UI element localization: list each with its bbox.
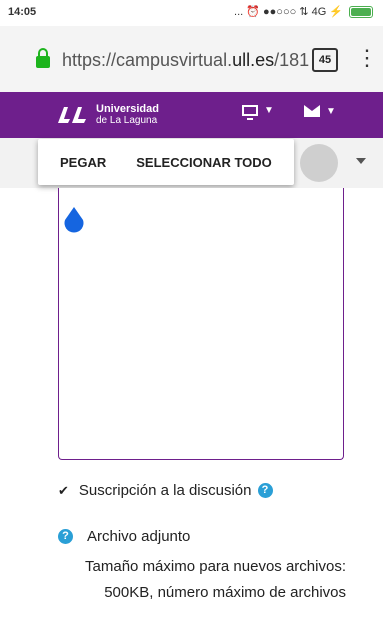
text-cursor-handle-icon[interactable] — [63, 207, 85, 233]
attachment-label: Archivo adjunto — [87, 528, 191, 545]
paste-button[interactable]: PEGAR — [38, 155, 124, 170]
caret-down-icon: ▼ — [264, 105, 274, 116]
brand-line1: Universidad — [96, 103, 159, 115]
status-bar: 14:05 ... ⏰ ●●○○○ ⇅ 4G ⚡ — [0, 0, 383, 26]
status-time: 14:05 — [8, 6, 37, 18]
url-prefix: https://campusvirtual. — [62, 50, 233, 70]
attachment-description: Tamaño máximo para nuevos archivos: 500K… — [60, 554, 346, 606]
status-icons: ... ⏰ ●●○○○ ⇅ 4G ⚡ — [234, 6, 343, 18]
university-brand[interactable]: Universidad de La Laguna — [96, 103, 159, 127]
text-context-menu: PEGAR SELECCIONAR TODO — [38, 139, 294, 185]
help-icon[interactable]: ? — [58, 529, 73, 544]
browser-menu-icon[interactable]: ⋮ — [356, 46, 378, 70]
subscription-option[interactable]: ✔ Suscripción a la discusión ? — [58, 482, 273, 499]
url-rest: /181 — [274, 50, 310, 70]
user-menu-caret-icon[interactable] — [356, 158, 366, 164]
university-logo-icon[interactable] — [56, 105, 88, 125]
select-all-button[interactable]: SELECCIONAR TODO — [124, 155, 284, 170]
brand-line2: de La Laguna — [96, 115, 158, 126]
monitor-icon — [242, 105, 258, 120]
site-header: Universidad de La Laguna ▼ ▼ — [0, 92, 383, 138]
attachment-section: ? Archivo adjunto — [58, 528, 190, 545]
page-cutoff — [0, 606, 383, 617]
mail-icon — [304, 105, 320, 117]
status-indicators: ... ⏰ ●●○○○ ⇅ 4G ⚡ — [234, 5, 373, 18]
attachment-desc-line1: Tamaño máximo para nuevos archivos: — [85, 558, 346, 575]
help-icon[interactable]: ? — [257, 483, 273, 498]
message-editor[interactable] — [58, 188, 344, 460]
lock-icon — [36, 48, 50, 68]
battery-icon — [349, 5, 373, 18]
tab-switcher-button[interactable]: 45 — [312, 48, 338, 72]
checkmark-icon[interactable]: ✔ — [58, 483, 69, 499]
attachment-desc-line2: 500KB, número máximo de archivos — [104, 584, 346, 601]
subscription-label: Suscripción a la discusión — [78, 482, 252, 499]
url-domain: ull.es — [232, 50, 275, 70]
avatar[interactable] — [300, 144, 338, 182]
url-field[interactable]: https://campusvirtual.ull.es/181 — [62, 50, 312, 71]
messages-menu-button[interactable]: ▼ — [304, 105, 336, 117]
caret-down-icon: ▼ — [326, 105, 336, 117]
browser-address-bar: https://campusvirtual.ull.es/181 45 ⋮ — [0, 26, 383, 93]
display-menu-button[interactable]: ▼ — [242, 105, 274, 120]
